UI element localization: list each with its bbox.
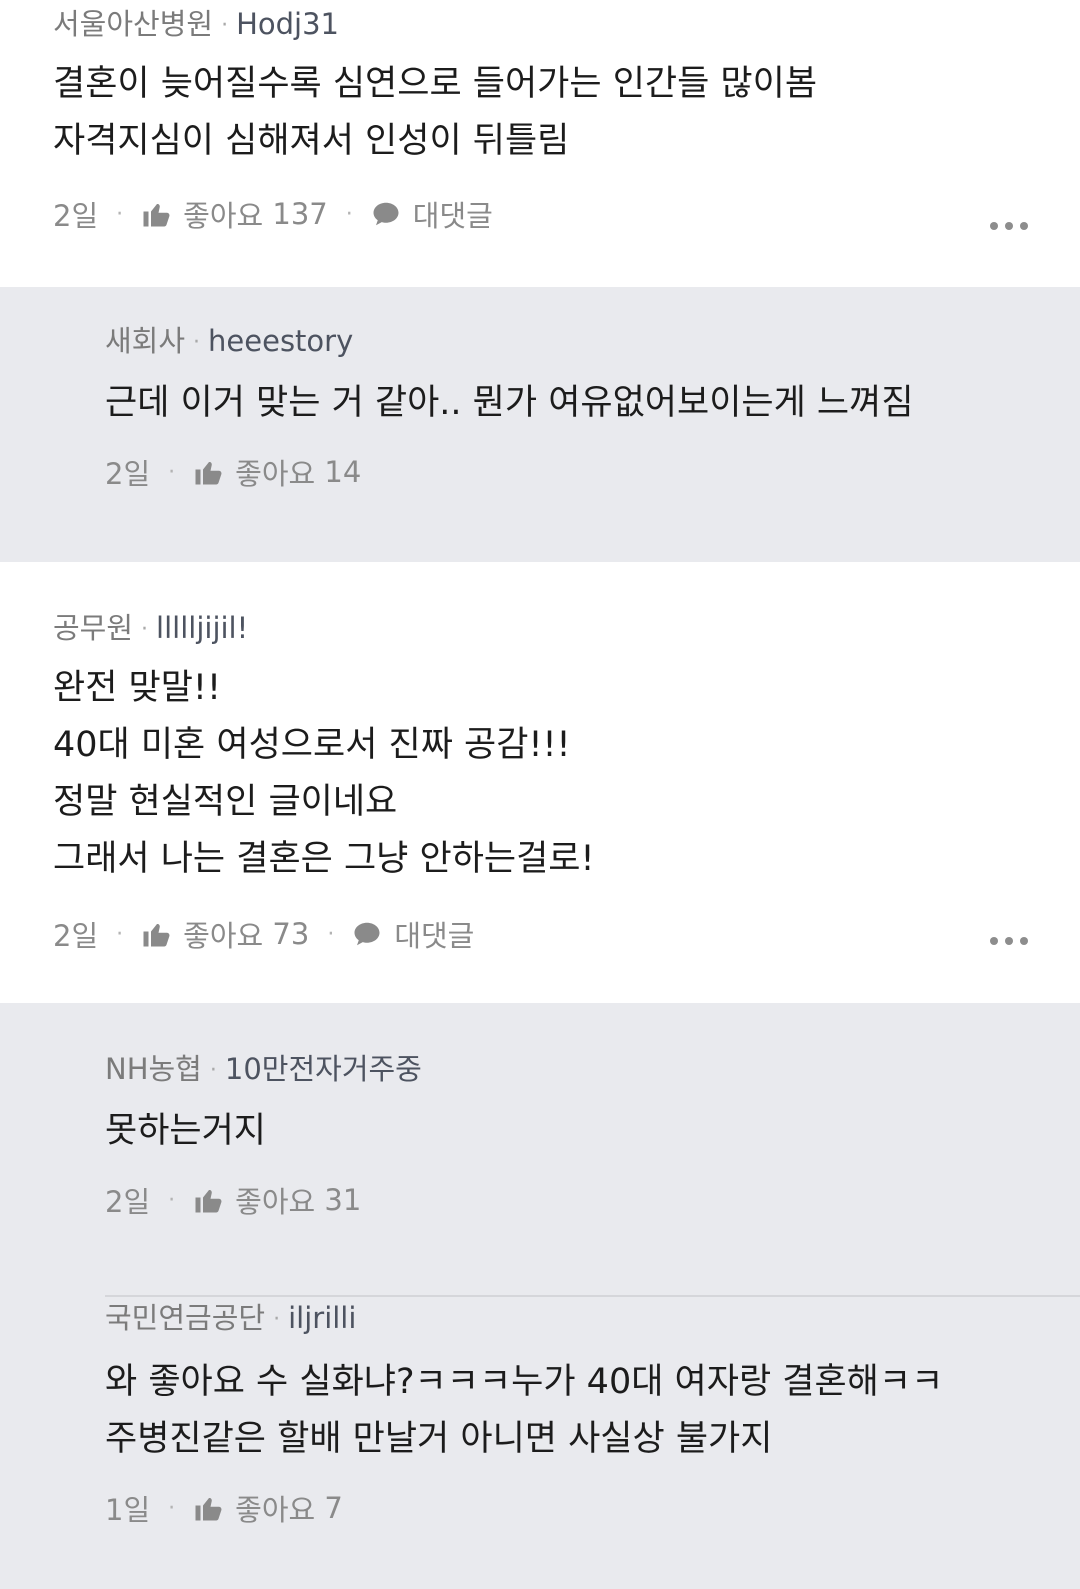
author-nickname[interactable]: llllljijil! (156, 611, 248, 645)
action-dot: · (345, 201, 353, 227)
comment: 공무원 · llllljijil! 완전 맞말!! 40대 미혼 여성으로서 진짜 … (0, 562, 1080, 1003)
reply-divider (105, 1295, 1080, 1297)
more-dots-icon[interactable] (990, 222, 1028, 230)
author-nickname[interactable]: heeestory (208, 324, 353, 358)
comment-line: 결혼이 늦어질수록 심연으로 들어가는 인간들 많이봄 (53, 64, 818, 104)
meta-dot: · (221, 13, 229, 38)
like-count: 73 (272, 917, 310, 951)
comment-meta: 공무원 · llllljijil! (53, 562, 1080, 652)
like-label: 좋아요 (183, 199, 264, 233)
action-dot: · (168, 1187, 176, 1213)
comment-line: 그래서 나는 결혼은 그냥 안하는걸로! (53, 839, 595, 879)
thumbs-up-icon (195, 1498, 222, 1521)
thumbs-up-icon (195, 1190, 222, 1213)
thumbs-up-icon (195, 462, 222, 485)
speech-bubble-icon (354, 922, 380, 946)
like-button[interactable]: 좋아요 73 (141, 913, 309, 955)
action-dot: · (116, 921, 124, 947)
comment-line: 못하는거지 (105, 1111, 267, 1151)
like-count: 7 (324, 1491, 343, 1525)
like-button[interactable]: 좋아요 31 (193, 1179, 361, 1221)
action-dot: · (168, 1495, 176, 1521)
more-dots-icon[interactable] (990, 937, 1028, 945)
comment-meta: 국민연금공단 · iljrilli (105, 1230, 1080, 1342)
author-org[interactable]: NH농협 (105, 1052, 202, 1086)
comment-line: 완전 맞말!! (53, 668, 221, 708)
comment-meta: NH농협 · 10만전자거주중 (105, 1003, 1080, 1093)
comment-age: 2일 (53, 199, 99, 233)
reply-button[interactable]: 대댓글 (371, 193, 493, 235)
reply-button[interactable]: 대댓글 (352, 913, 474, 955)
comment-line: 주병진같은 할배 만날거 아니면 사실상 불가지 (105, 1419, 773, 1459)
thumbs-up-icon (143, 924, 170, 947)
comment-line: 정말 현실적인 글이네요 (53, 782, 398, 822)
reply-label: 대댓글 (412, 199, 493, 233)
author-nickname[interactable]: Hodj31 (236, 7, 339, 41)
comment-actions: 2일 · 좋아요 73 · 대댓글 (53, 904, 1080, 964)
like-button[interactable]: 좋아요 7 (193, 1487, 343, 1529)
thumbs-up-icon (143, 204, 170, 227)
comment-actions: 2일 · 좋아요 137 · 대댓글 (53, 184, 1080, 244)
like-label: 좋아요 (235, 1185, 316, 1219)
comment-body: 완전 맞말!! 40대 미혼 여성으로서 진짜 공감!!! 정말 현실적인 글이… (53, 660, 1080, 888)
reply-comment: NH농협 · 10만전자거주중 못하는거지 2일 · 좋아요 31 국민연금공단 · i… (0, 1003, 1080, 1589)
comment: 서울아산병원 · Hodj31 결혼이 늦어질수록 심연으로 들어가는 인간들 많이… (0, 0, 1080, 287)
action-dot: · (168, 459, 176, 485)
author-org[interactable]: 서울아산병원 (53, 7, 213, 41)
author-org[interactable]: 국민연금공단 (105, 1301, 265, 1335)
reply-comment: 새회사 · heeestory 근데 이거 맞는 거 같아.. 뭔가 여유없어보이는… (0, 287, 1080, 562)
comment-body: 근데 이거 맞는 거 같아.. 뭔가 여유없어보이는게 느껴짐 (105, 375, 1080, 432)
speech-bubble-icon (373, 202, 399, 226)
comment-line: 와 좋아요 수 실화냐?ㅋㅋㅋ누가 40대 여자랑 결혼해ㅋㅋ (105, 1362, 944, 1402)
comment-age: 1일 (105, 1493, 151, 1527)
author-nickname[interactable]: iljrilli (288, 1301, 356, 1335)
comment-body: 와 좋아요 수 실화냐?ㅋㅋㅋ누가 40대 여자랑 결혼해ㅋㅋ 주병진같은 할배… (105, 1354, 1080, 1468)
like-button[interactable]: 좋아요 14 (193, 451, 361, 493)
meta-dot: · (141, 617, 149, 642)
comment-meta: 서울아산병원 · Hodj31 (53, 0, 1080, 48)
comment-body: 결혼이 늦어질수록 심연으로 들어가는 인간들 많이봄 자격지심이 심해져서 인… (53, 56, 1080, 170)
meta-dot: · (209, 1058, 217, 1083)
comment-line: 자격지심이 심해져서 인성이 뒤틀림 (53, 121, 570, 161)
comment-body: 못하는거지 (105, 1103, 1080, 1160)
action-dot: · (327, 921, 335, 947)
meta-dot: · (193, 330, 201, 355)
comment-age: 2일 (53, 919, 99, 953)
comment-actions: 2일 · 좋아요 31 (105, 1170, 1080, 1230)
comment-line: 40대 미혼 여성으로서 진짜 공감!!! (53, 725, 571, 765)
comment-actions: 2일 · 좋아요 14 (105, 442, 1080, 502)
like-label: 좋아요 (183, 919, 264, 953)
comment-age: 2일 (105, 1185, 151, 1219)
like-button[interactable]: 좋아요 137 (141, 193, 328, 235)
author-nickname[interactable]: 10만전자거주중 (225, 1052, 422, 1086)
meta-dot: · (273, 1307, 281, 1332)
like-label: 좋아요 (235, 457, 316, 491)
comment-line: 근데 이거 맞는 거 같아.. 뭔가 여유없어보이는게 느껴짐 (105, 383, 914, 423)
comment-actions: 1일 · 좋아요 7 (105, 1478, 1080, 1538)
comment-age: 2일 (105, 457, 151, 491)
action-dot: · (116, 201, 124, 227)
like-count: 137 (272, 197, 328, 231)
reply-label: 대댓글 (394, 919, 475, 953)
like-label: 좋아요 (235, 1493, 316, 1527)
like-count: 31 (324, 1183, 362, 1217)
author-org[interactable]: 새회사 (105, 324, 185, 358)
comment-meta: 새회사 · heeestory (105, 287, 1080, 365)
like-count: 14 (324, 455, 362, 489)
author-org[interactable]: 공무원 (53, 611, 133, 645)
